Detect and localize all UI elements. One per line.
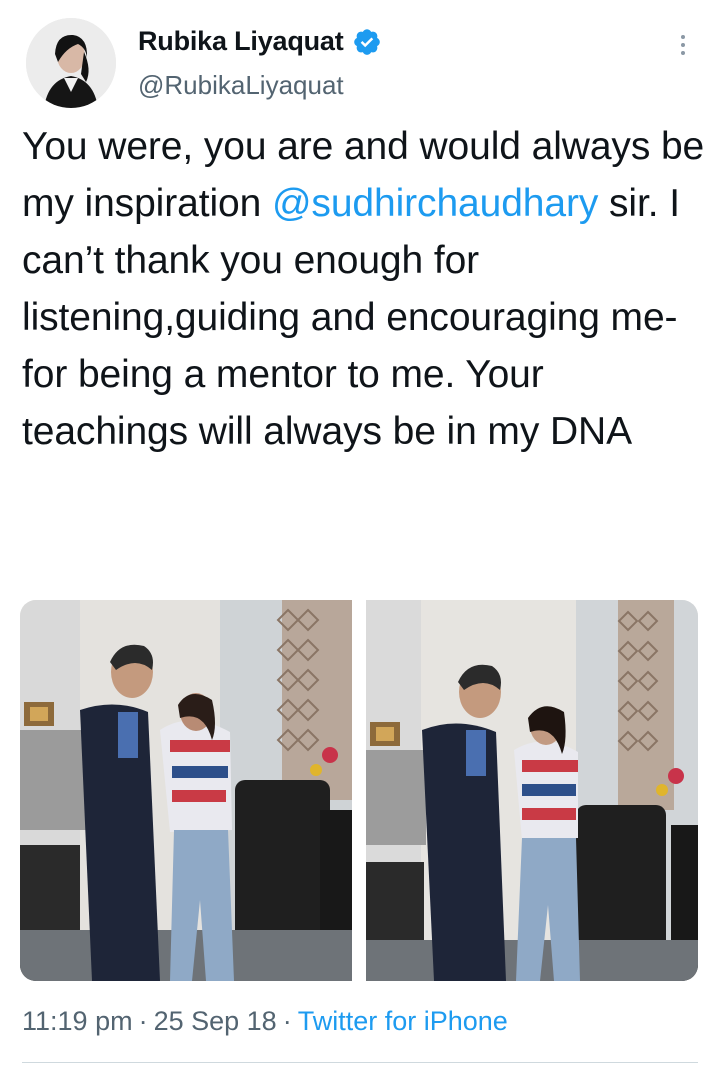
author-handle[interactable]: @RubikaLiyaquat — [138, 70, 344, 101]
tweet-media-grid — [20, 600, 698, 981]
meta-separator-2: · — [282, 1006, 292, 1036]
tweet-header: Rubika Liyaquat @RubikaLiyaquat — [0, 0, 720, 116]
tweet-meta: 11:19 pm · 25 Sep 18 · Twitter for iPhone — [22, 1006, 508, 1037]
verified-badge-icon — [352, 27, 382, 57]
tweet-source-link[interactable]: Twitter for iPhone — [298, 1006, 508, 1036]
divider — [22, 1062, 698, 1063]
author-avatar[interactable] — [26, 18, 116, 108]
tweet-date[interactable]: 25 Sep 18 — [154, 1006, 277, 1036]
tweet-time[interactable]: 11:19 pm — [22, 1006, 133, 1036]
tweet-photo-1[interactable] — [20, 600, 352, 981]
more-options-icon[interactable] — [668, 30, 698, 60]
profile-photo-icon — [26, 18, 116, 108]
tweet-text: You were, you are and would always be my… — [22, 118, 706, 460]
author-name-row: Rubika Liyaquat — [138, 26, 382, 57]
mention-link[interactable]: @sudhirchaudhary — [272, 182, 598, 225]
meta-separator-1: · — [138, 1006, 148, 1036]
tweet-photo-2[interactable] — [366, 600, 698, 981]
author-display-name[interactable]: Rubika Liyaquat — [138, 26, 344, 57]
